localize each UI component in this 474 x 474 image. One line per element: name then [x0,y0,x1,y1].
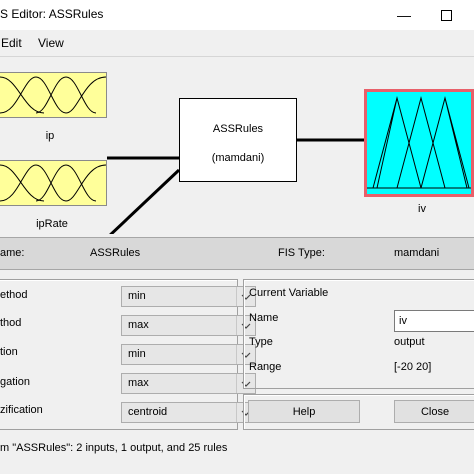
menu-bar: Edit View [0,30,474,56]
fis-name-value: ASSRules [90,247,141,259]
defuzzification-value: centroid [128,406,168,418]
and-method-select[interactable]: min [121,286,256,307]
aggregation-label: gation [0,376,30,388]
current-variable-heading: Current Variable [249,287,329,299]
membership-functions-icon [0,164,107,202]
variable-range-label: Range [249,361,282,373]
implication-label: tion [0,346,18,358]
variable-name-value: iv [399,315,407,327]
input-var-ip[interactable] [0,72,107,118]
fis-diagram: ip ipRate ASSRules (mamdani) iv [0,58,474,234]
implication-value: min [128,348,146,360]
fis-type-label: FIS Type: [278,247,325,259]
system-box[interactable]: ASSRules (mamdani) [179,98,297,182]
fis-type-value: mamdani [394,247,440,259]
variable-name-label: Name [249,312,279,324]
help-button[interactable]: Help [248,400,360,423]
input-label-ip: ip [45,130,55,142]
or-method-select[interactable]: max [121,315,256,336]
input-var-iprate[interactable] [0,160,107,206]
variable-range-value: [-20 20] [394,361,432,373]
maximize-button[interactable] [432,4,460,26]
fis-info-bar: ame: ASSRules FIS Type: mamdani [0,237,474,270]
minimize-icon: — [397,7,411,23]
defuzzification-select[interactable]: centroid [121,402,256,423]
fis-name-label: ame: [0,247,25,259]
and-method-value: min [128,290,146,302]
and-method-label: ethod [0,289,28,301]
maximize-icon [440,9,452,21]
aggregation-select[interactable]: max [121,373,256,394]
status-text: m "ASSRules": 2 inputs, 1 output, and 25… [0,442,228,454]
variable-type-label: Type [249,336,273,348]
or-method-label: thod [0,317,22,329]
status-bar: m "ASSRules": 2 inputs, 1 output, and 25… [0,434,474,462]
system-type: (mamdani) [211,152,265,164]
system-name: ASSRules [212,123,264,135]
input-label-iprate: ipRate [36,218,68,230]
or-method-value: max [128,319,149,331]
variable-name-field[interactable]: iv [394,310,474,332]
close-button[interactable]: Close [394,400,474,423]
aggregation-value: max [128,377,149,389]
implication-select[interactable]: min [121,344,256,365]
membership-functions-icon [0,76,107,114]
variable-type-value: output [394,336,425,348]
output-label-iv: iv [418,203,426,215]
title-bar: S Editor: ASSRules — [0,0,474,30]
minimize-button[interactable]: — [390,4,418,26]
membership-functions-icon [367,96,471,189]
defuzzification-label: zification [0,404,43,416]
window-title: S Editor: ASSRules [0,7,104,21]
connector-iprate [109,168,181,234]
menu-view[interactable]: View [38,36,64,50]
output-var-iv[interactable] [364,89,474,197]
menu-divider [0,56,474,57]
menu-edit[interactable]: Edit [1,36,22,50]
